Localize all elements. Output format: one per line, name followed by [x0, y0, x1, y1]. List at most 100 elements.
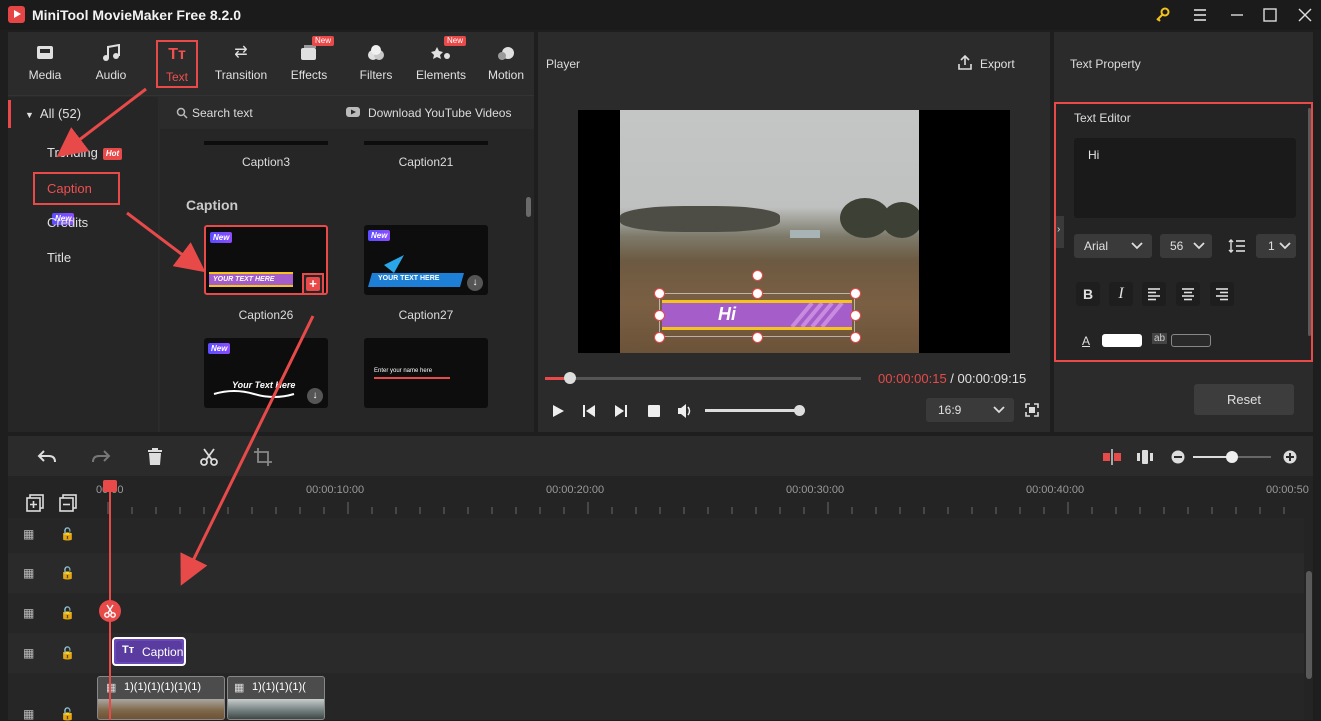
category-caption[interactable]: CaptionNew — [33, 172, 120, 225]
resize-handle[interactable] — [752, 332, 763, 343]
video-preview[interactable]: Hi — [578, 110, 1010, 353]
search-input[interactable]: Search text — [192, 106, 253, 120]
resize-handle[interactable] — [654, 310, 665, 321]
bold-icon[interactable]: B — [1076, 282, 1100, 306]
section-title: Caption — [186, 197, 239, 213]
thumb-caption-name[interactable]: Enter your name here — [364, 338, 488, 408]
reset-button[interactable]: Reset — [1194, 384, 1294, 415]
resize-handle[interactable] — [850, 310, 861, 321]
delete-icon[interactable] — [144, 446, 166, 468]
elements-icon — [410, 44, 472, 62]
crop-icon[interactable] — [252, 446, 274, 468]
font-size-value: 56 — [1170, 239, 1184, 253]
lock-icon[interactable]: 🔓 — [60, 566, 75, 580]
category-title[interactable]: Title — [8, 244, 158, 272]
rotate-handle[interactable] — [752, 270, 763, 281]
scrollbar-thumb[interactable] — [526, 197, 531, 217]
lock-icon[interactable]: 🔓 — [60, 707, 75, 721]
key-icon[interactable] — [1151, 4, 1175, 26]
resize-handle[interactable] — [654, 288, 665, 299]
thumb-caption27[interactable]: New YOUR TEXT HERE ↓ — [364, 225, 488, 295]
font-select[interactable]: Arial — [1074, 234, 1152, 258]
zoom-out-icon[interactable] — [1170, 449, 1186, 465]
resize-handle[interactable] — [654, 332, 665, 343]
caption-overlay[interactable]: Hi — [654, 270, 861, 343]
player-panel: Player Export Hi 00:00:00:15 / 00:00:09:… — [538, 32, 1050, 432]
split-playhead-button[interactable] — [99, 600, 121, 622]
add-button[interactable]: + — [302, 273, 324, 295]
collapse-panel-handle[interactable]: › — [1056, 216, 1064, 248]
previous-frame-icon[interactable] — [581, 403, 597, 419]
export-button[interactable]: Export — [956, 54, 1038, 76]
effects-icon — [278, 44, 340, 62]
font-size-select[interactable]: 56 — [1160, 234, 1212, 258]
tab-media[interactable]: Media — [14, 40, 76, 88]
snap-icon[interactable] — [1136, 448, 1154, 466]
play-icon[interactable] — [550, 403, 566, 419]
category-all[interactable]: ▼ All (52) — [8, 100, 158, 128]
thumb-caption-handwritten[interactable]: New Your Text Here ↓ — [204, 338, 328, 408]
volume-slider[interactable] — [705, 405, 805, 416]
caption-clip[interactable]: Tт Caption — [112, 637, 186, 666]
category-credits[interactable]: Credits — [8, 209, 158, 237]
film-icon: ▦ — [234, 682, 245, 694]
tab-effects[interactable]: New Effects — [278, 36, 340, 88]
align-left-icon[interactable] — [1142, 282, 1166, 306]
fullscreen-icon[interactable] — [1024, 402, 1040, 418]
tab-filters[interactable]: Filters — [345, 40, 407, 88]
align-center-icon[interactable] — [1176, 282, 1200, 306]
aspect-ratio-select[interactable]: 16:9 — [926, 398, 1014, 422]
stop-icon[interactable] — [646, 403, 662, 419]
download-icon[interactable]: ↓ — [307, 388, 323, 404]
remove-track-icon[interactable] — [59, 494, 77, 512]
volume-handle[interactable] — [793, 405, 805, 416]
progress-handle[interactable] — [564, 372, 576, 384]
thumb-caption3[interactable] — [204, 141, 328, 145]
close-icon[interactable] — [1293, 4, 1317, 26]
thumb-caption26[interactable]: New YOUR TEXT HERE + — [204, 225, 328, 295]
resize-handle[interactable] — [850, 332, 861, 343]
scrollbar-thumb[interactable] — [1308, 108, 1311, 336]
font-color-icon: A — [1082, 334, 1091, 348]
video-clip[interactable]: ▦ 1)(1)(1)(1)(1)(1) — [97, 676, 225, 720]
lock-icon[interactable]: 🔓 — [60, 646, 75, 660]
zoom-slider[interactable] — [1193, 451, 1271, 463]
video-clip[interactable]: ▦ 1)(1)(1)(1)( — [227, 676, 325, 720]
tab-elements[interactable]: New Elements — [410, 36, 472, 88]
add-track-icon[interactable] — [26, 494, 44, 512]
line-spacing-select[interactable]: 1 — [1256, 234, 1296, 258]
tab-transition[interactable]: ⇄ Transition — [210, 40, 272, 88]
tab-audio[interactable]: Audio — [80, 40, 142, 88]
tab-text[interactable]: Tт Text — [156, 40, 198, 88]
undo-icon[interactable] — [36, 446, 58, 468]
hot-badge: Hot — [102, 147, 123, 160]
font-color-swatch[interactable] — [1102, 334, 1142, 347]
download-youtube-link[interactable]: Download YouTube Videos — [368, 106, 511, 120]
text-background-swatch[interactable] — [1171, 334, 1211, 347]
zoom-handle[interactable] — [1226, 451, 1238, 463]
align-right-icon[interactable] — [1210, 282, 1234, 306]
resize-handle[interactable] — [850, 288, 861, 299]
lock-icon[interactable]: 🔓 — [60, 606, 75, 620]
next-frame-icon[interactable] — [613, 403, 629, 419]
thumb-caption21[interactable] — [364, 141, 488, 145]
tab-motion[interactable]: Motion — [475, 40, 537, 88]
text-editor-input[interactable]: Hi — [1074, 138, 1296, 218]
split-screen-icon[interactable] — [1102, 448, 1122, 466]
playhead-handle[interactable] — [103, 480, 117, 492]
timeline-scrollbar[interactable] — [1306, 571, 1312, 679]
lock-icon[interactable]: 🔓 — [60, 527, 75, 541]
progress-track[interactable] — [545, 372, 861, 384]
minimize-icon[interactable] — [1225, 4, 1249, 26]
scissors-icon[interactable] — [198, 446, 220, 468]
redo-icon[interactable] — [90, 446, 112, 468]
timeline-ruler[interactable]: 00:00 00:00:10:00 00:00:20:00 00:00:30:0… — [96, 478, 1309, 518]
maximize-icon[interactable] — [1258, 4, 1282, 26]
volume-icon[interactable] — [676, 403, 694, 419]
category-trending[interactable]: Trending Hot — [8, 139, 158, 167]
download-icon[interactable]: ↓ — [467, 275, 483, 291]
resize-handle[interactable] — [752, 288, 763, 299]
italic-icon[interactable]: I — [1109, 282, 1133, 306]
menu-icon[interactable] — [1188, 4, 1212, 26]
zoom-in-icon[interactable] — [1282, 449, 1298, 465]
